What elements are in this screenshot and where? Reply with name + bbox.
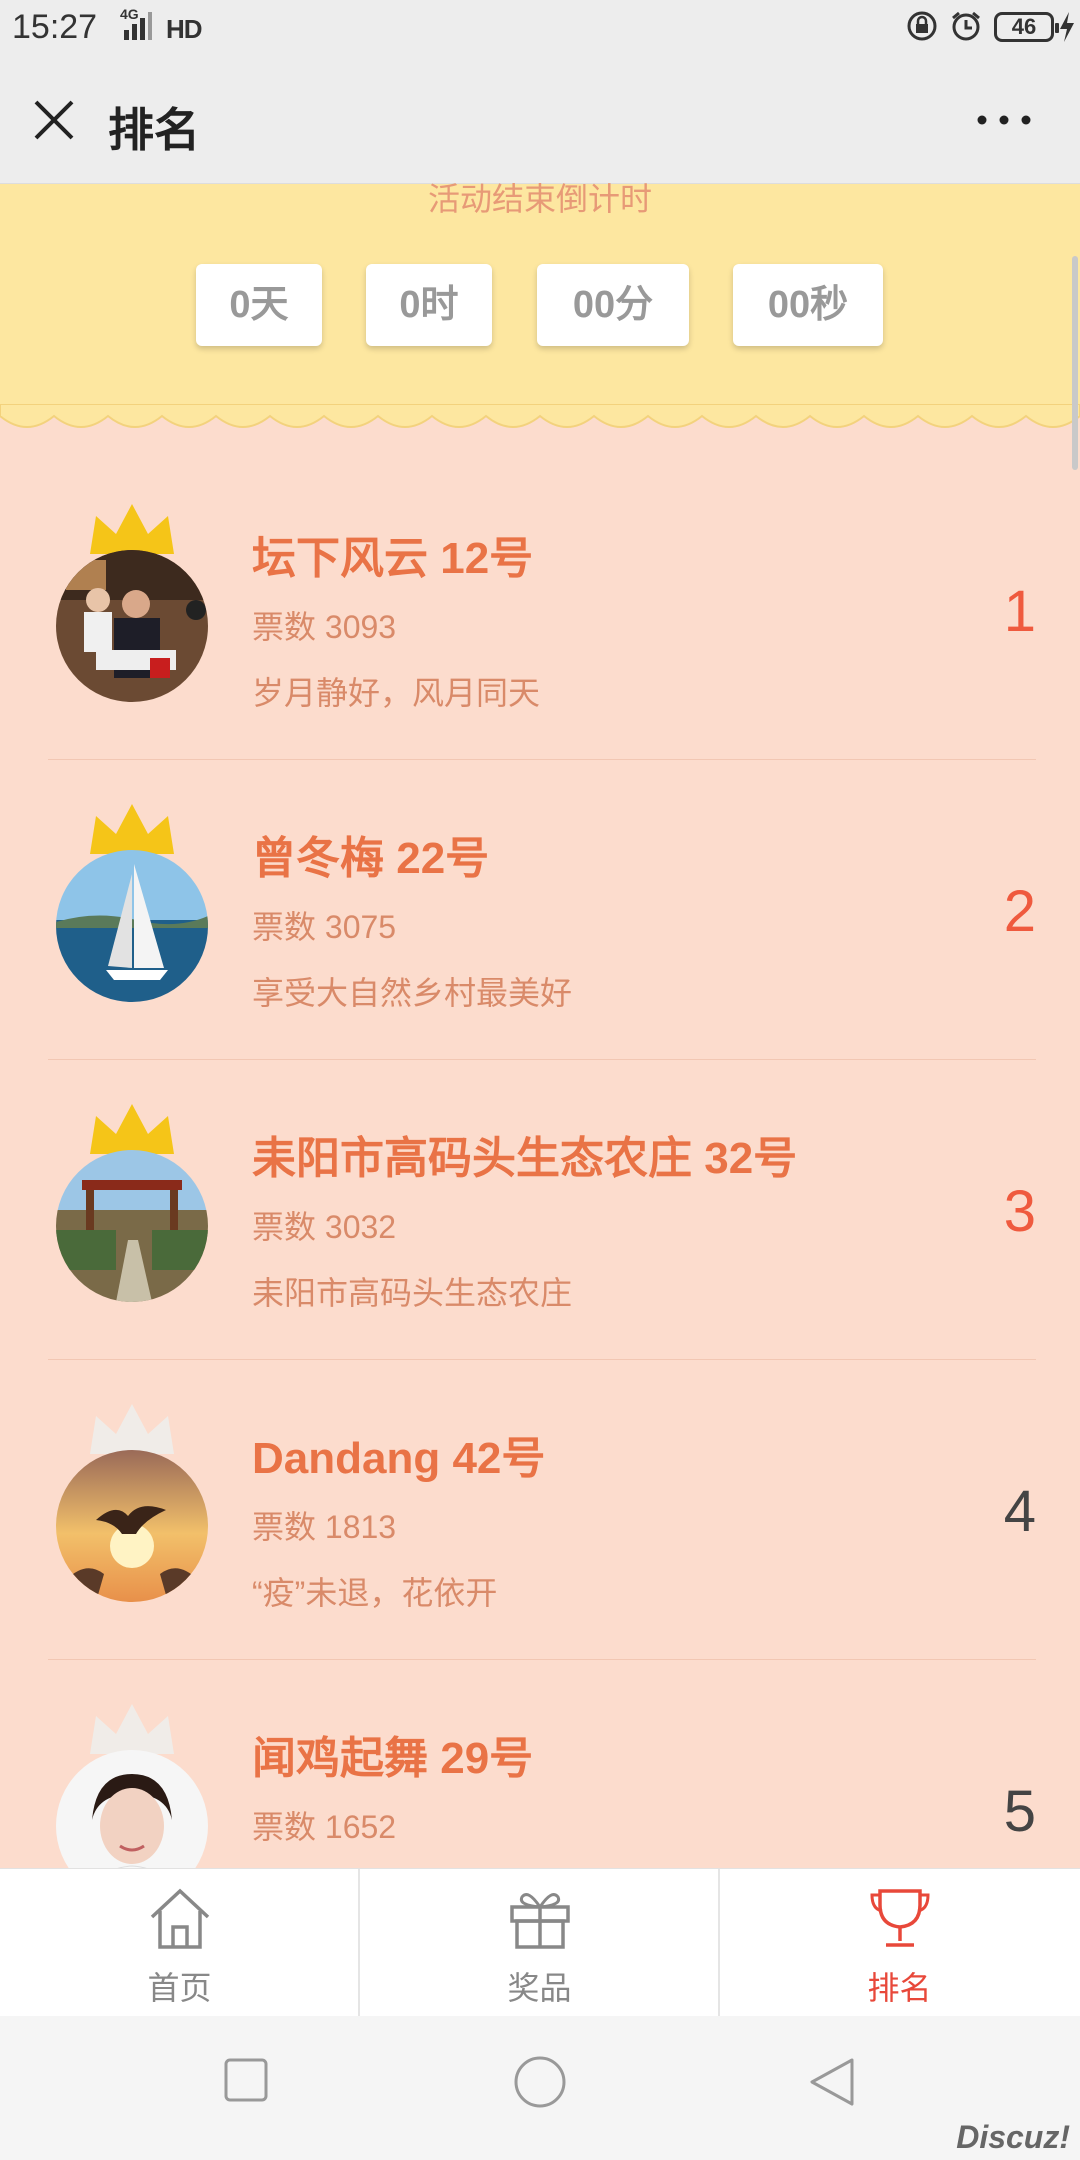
- signal-icon: [124, 12, 152, 40]
- hd-indicator: HD: [166, 14, 203, 44]
- tab-label: 首页: [147, 1970, 212, 2006]
- countdown-seconds: 00秒: [733, 264, 883, 346]
- battery-icon: 46: [994, 12, 1059, 42]
- tab-prizes[interactable]: 奖品: [360, 1869, 719, 2017]
- tab-home[interactable]: 首页: [0, 1869, 359, 2017]
- avatar: [56, 550, 208, 702]
- charging-icon: [1060, 12, 1074, 42]
- more-menu-icon[interactable]: [976, 110, 1032, 130]
- ranking-item[interactable]: 曾冬梅 22号 票数 3075 享受大自然乡村最美好 2: [0, 760, 1080, 1060]
- back-nav-icon[interactable]: [808, 2056, 856, 2108]
- countdown-hours: 0时: [366, 264, 492, 346]
- close-icon[interactable]: [30, 96, 78, 144]
- vote-count: 票数 3032: [252, 1209, 397, 1245]
- contestant-name: 曾冬梅 22号: [252, 834, 490, 883]
- countdown-days: 0天: [196, 264, 322, 346]
- ranking-item[interactable]: Dandang 42号 票数 1813 “疫”未退，花依开 4: [0, 1360, 1080, 1660]
- rank-number: 2: [1003, 879, 1036, 944]
- gift-icon: [510, 1893, 570, 1949]
- contestant-motto: 享受大自然乡村最美好: [252, 975, 573, 1011]
- vote-count: 票数 3075: [252, 909, 397, 945]
- contestant-motto: 岁月静好，风月同天: [252, 675, 541, 711]
- recent-apps-icon[interactable]: [222, 2056, 270, 2104]
- countdown-banner: 活动结束倒计时 0天 0时 00分 00秒: [0, 181, 1080, 404]
- ranking-list: 坛下风云 12号 票数 3093 岁月静好，风月同天 1 曾冬梅 22号 票数 …: [0, 460, 1080, 1960]
- banner-wave-edge: [0, 404, 1080, 428]
- countdown-minutes: 00分: [537, 264, 689, 346]
- vote-count: 票数 1813: [252, 1509, 397, 1545]
- contestant-name: 耒阳市高码头生态农庄 32号: [252, 1134, 798, 1183]
- avatar: [56, 1450, 208, 1602]
- contestant-name: 坛下风云 12号: [252, 534, 534, 583]
- vote-count: 票数 1652: [252, 1809, 397, 1845]
- contestant-name: Dandang 42号: [252, 1434, 546, 1483]
- rank-number: 1: [1003, 579, 1036, 644]
- contestant-name: 闻鸡起舞 29号: [252, 1734, 534, 1783]
- lock-rotation-icon: [907, 11, 937, 41]
- rank-number: 5: [1003, 1779, 1036, 1844]
- alarm-icon: [952, 11, 980, 41]
- watermark: Discuz!: [956, 2119, 1070, 2155]
- status-bar: 15:27 4G HD 46: [0, 0, 1080, 58]
- contestant-motto: 耒阳市高码头生态农庄: [252, 1275, 573, 1311]
- trophy-icon: [870, 1889, 930, 1947]
- contestant-motto: “疫”未退，花依开: [252, 1575, 498, 1611]
- avatar: [56, 850, 208, 1002]
- title-bar: 排名: [0, 58, 1080, 184]
- tab-label: 奖品: [507, 1970, 572, 2006]
- battery-level: 46: [1011, 14, 1037, 39]
- scrollbar[interactable]: [1072, 256, 1078, 470]
- home-icon: [150, 1888, 210, 1949]
- page-title: 排名: [108, 104, 200, 156]
- rank-number: 3: [1003, 1179, 1036, 1244]
- tab-label: 排名: [867, 1970, 932, 2006]
- countdown-caption: 活动结束倒计时: [427, 181, 652, 217]
- status-time: 15:27: [12, 8, 98, 46]
- ranking-item[interactable]: 坛下风云 12号 票数 3093 岁月静好，风月同天 1: [0, 460, 1080, 760]
- home-nav-icon[interactable]: [512, 2056, 568, 2112]
- ranking-item[interactable]: 耒阳市高码头生态农庄 32号 票数 3032 耒阳市高码头生态农庄 3: [0, 1060, 1080, 1360]
- tab-ranking[interactable]: 排名: [720, 1869, 1079, 2017]
- rank-number: 4: [1003, 1479, 1036, 1544]
- tab-bar: 首页 奖品 排名: [0, 1868, 1080, 2017]
- vote-count: 票数 3093: [252, 609, 397, 645]
- system-nav-bar: Discuz!: [0, 2016, 1080, 2160]
- avatar: [56, 1150, 208, 1302]
